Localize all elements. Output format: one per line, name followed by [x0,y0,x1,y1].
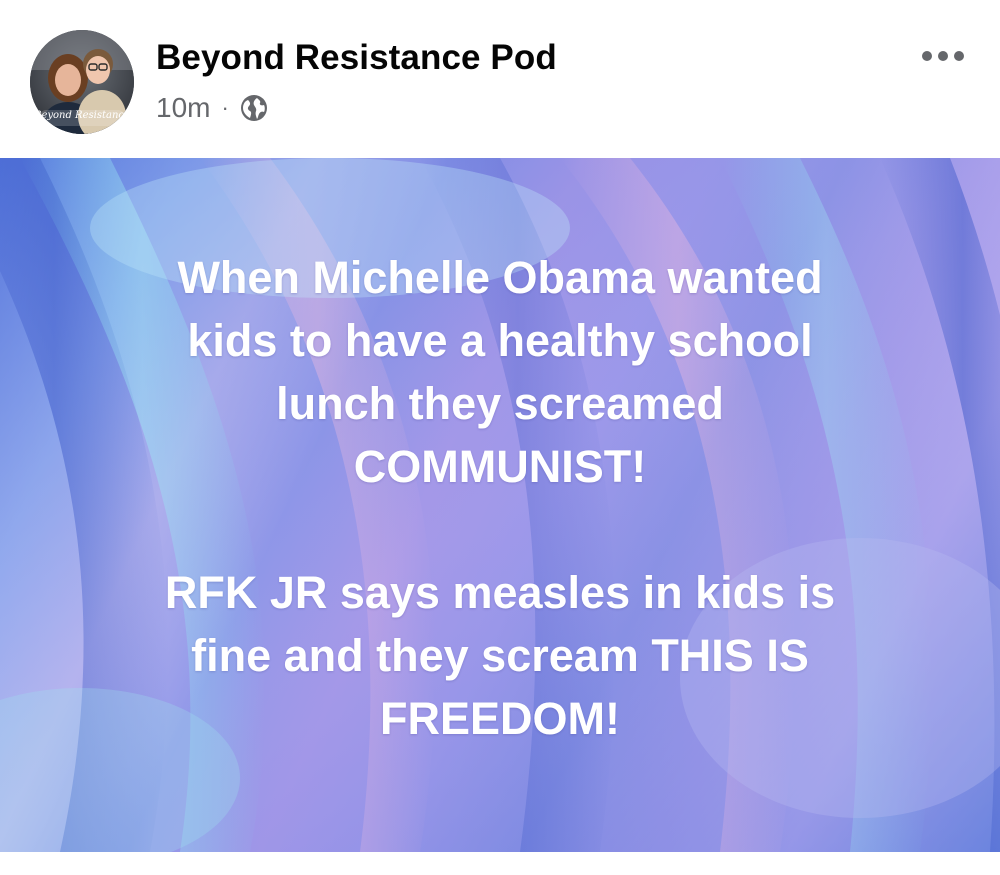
more-options-dot [954,51,964,61]
post-header: Beyond Resistance Beyond Resistance Pod … [0,0,1000,158]
meta-separator: · [221,95,229,120]
avatar-caption: Beyond Resistance [34,110,130,121]
post-background-card[interactable]: When Michelle Obama wanted kids to have … [0,158,1000,852]
author-name-link[interactable]: Beyond Resistance Pod [156,38,557,78]
more-options-dot [938,51,948,61]
post-meta: 10m · [156,90,269,126]
author-avatar[interactable]: Beyond Resistance [30,30,134,134]
facebook-post: Beyond Resistance Beyond Resistance Pod … [0,0,1000,875]
globe-icon[interactable] [239,93,269,123]
post-paragraph-2: RFK JR says measles in kids is fine and … [164,567,836,744]
more-options-button[interactable] [912,36,974,76]
post-paragraph-1: When Michelle Obama wanted kids to have … [177,252,823,492]
post-timestamp[interactable]: 10m [156,92,210,124]
post-footer-area [0,852,1000,875]
post-text: When Michelle Obama wanted kids to have … [60,246,940,750]
more-options-icon [922,51,932,61]
